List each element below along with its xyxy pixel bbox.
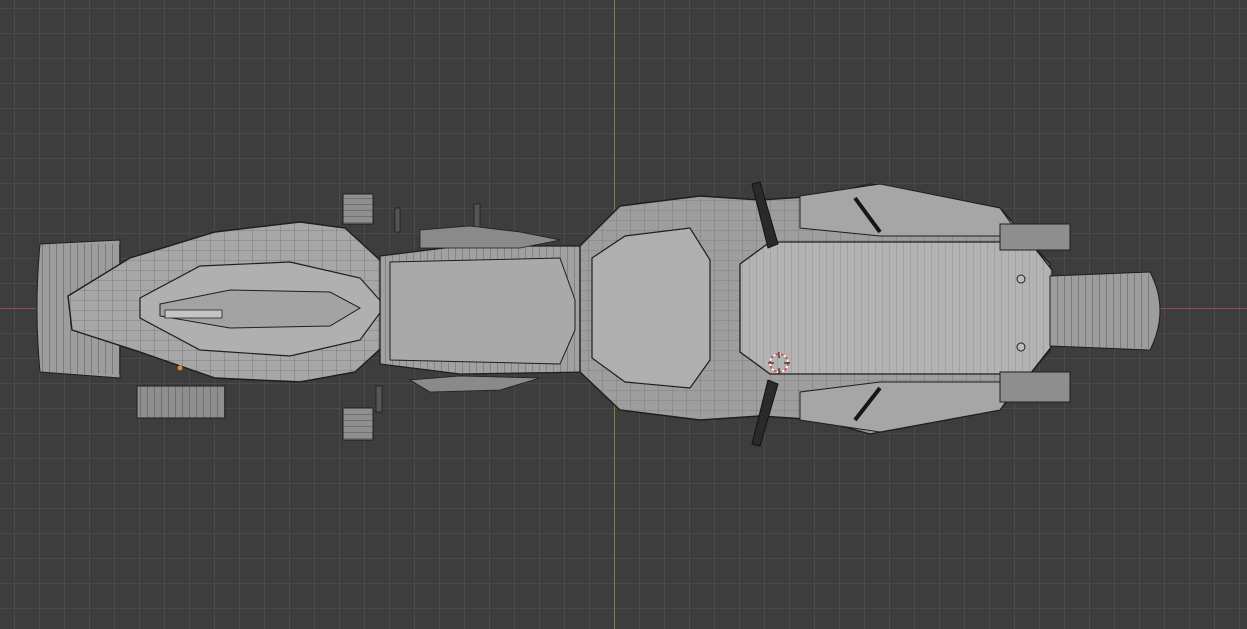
motorcycle-mesh[interactable] — [0, 0, 1247, 629]
3d-cursor-icon[interactable] — [768, 352, 790, 374]
right-footpeg[interactable] — [136, 385, 383, 441]
left-footpeg[interactable] — [342, 193, 481, 233]
3d-viewport[interactable] — [0, 0, 1247, 629]
front-cowl[interactable] — [579, 183, 1053, 435]
object-origin-icon — [177, 365, 183, 371]
fuel-tank[interactable] — [379, 225, 611, 393]
